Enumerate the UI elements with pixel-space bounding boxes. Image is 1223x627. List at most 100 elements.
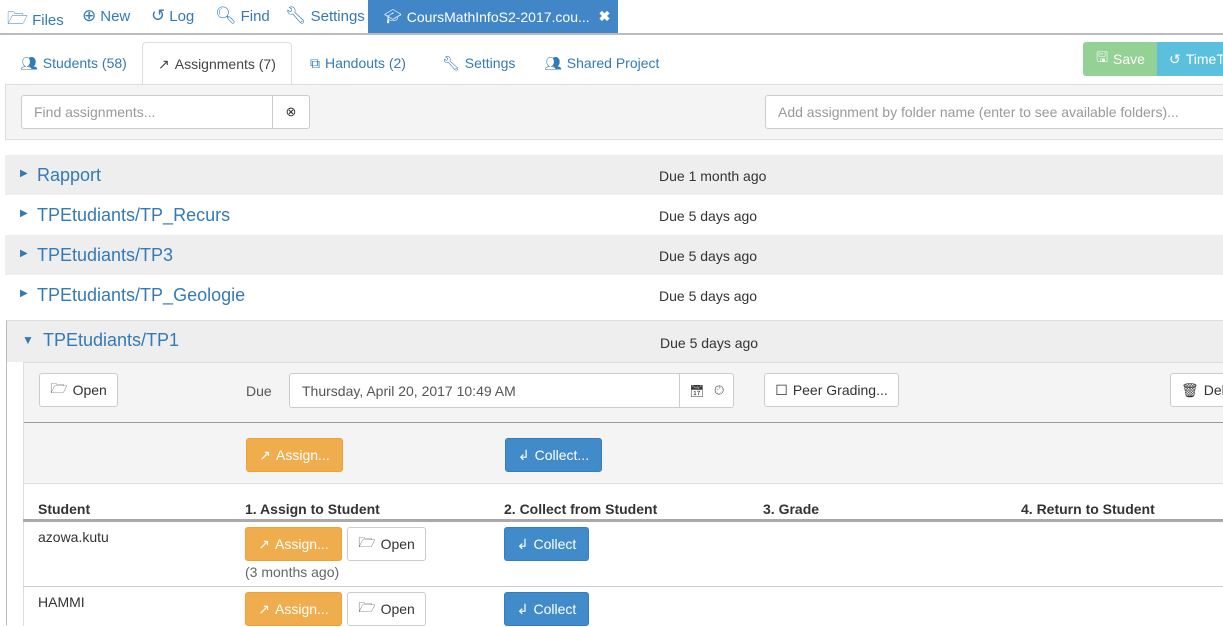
tab-students-label: Students (58) bbox=[42, 55, 127, 71]
settings-label: Settings bbox=[310, 7, 365, 25]
assignment-name[interactable]: Rapport bbox=[37, 165, 101, 186]
assign-label: Assign... bbox=[275, 601, 329, 617]
delete-button[interactable]: 🗑︎Dele bbox=[1170, 373, 1223, 407]
assignment-name[interactable]: TPEtudiants/TP1 bbox=[43, 330, 179, 351]
history-icon: ↺ bbox=[151, 6, 166, 25]
assignment-due: Due 5 days ago bbox=[659, 208, 758, 224]
open-button[interactable]: 🗁 Open bbox=[347, 527, 426, 561]
save-label: Save bbox=[1113, 51, 1145, 67]
search-icon: 🔍︎ bbox=[215, 6, 237, 25]
save-button[interactable]: 🖫 Save bbox=[1083, 42, 1158, 76]
collect-button[interactable]: ↲ Collect bbox=[504, 527, 589, 561]
new-link[interactable]: ⊕ New bbox=[82, 6, 130, 26]
close-icon[interactable]: ✖ bbox=[599, 8, 611, 25]
assign-all-button[interactable]: ↗ Assign... bbox=[246, 438, 343, 472]
share-icon: ↗ bbox=[258, 535, 271, 552]
assignment-name[interactable]: TPEtudiants/TP_Recurs bbox=[37, 205, 230, 226]
assign-label: Assign... bbox=[275, 536, 329, 552]
files-label: Files bbox=[32, 12, 64, 29]
clock-icon[interactable]: 🕘︎ bbox=[714, 383, 724, 398]
open-button[interactable]: 🗁 Open bbox=[347, 592, 426, 626]
add-placeholder: Add assignment by folder name (enter to … bbox=[778, 104, 1179, 120]
copy-icon: ⧉ bbox=[310, 54, 320, 71]
assignment-due: Due 5 days ago bbox=[660, 335, 759, 351]
column-header-student: Student bbox=[38, 501, 91, 517]
settings-link[interactable]: 🔧︎ Settings bbox=[285, 6, 365, 26]
calendar-icon[interactable]: 📅︎ bbox=[689, 384, 704, 398]
student-name: HAMMI bbox=[38, 594, 85, 610]
due-date-input[interactable]: Thursday, April 20, 2017 10:49 AM bbox=[289, 373, 680, 408]
tab-handouts[interactable]: ⧉ Handouts (2) bbox=[295, 42, 421, 84]
details-toolbar: 🗁 Open Due Thursday, April 20, 2017 10:49… bbox=[24, 362, 1223, 423]
peer-grading-label: Peer Grading... bbox=[792, 382, 888, 398]
due-label: Due bbox=[246, 383, 272, 399]
assign-button[interactable]: ↗ Assign... bbox=[245, 527, 342, 561]
column-header-return: 4. Return to Student bbox=[1021, 501, 1155, 517]
collect-icon: ↲ bbox=[517, 446, 530, 463]
open-label: Open bbox=[380, 536, 415, 552]
find-placeholder: Find assignments... bbox=[34, 104, 156, 120]
due-date-value: Thursday, April 20, 2017 10:49 AM bbox=[302, 382, 516, 399]
active-file-tab[interactable]: 🎓︎ CoursMathInfoS2-2017.cou... ✖ bbox=[368, 0, 618, 33]
expanded-header[interactable]: ▼ TPEtudiants/TP1 Due 5 days ago bbox=[7, 321, 1223, 362]
column-header-grade: 3. Grade bbox=[763, 501, 820, 517]
find-assignments-input[interactable]: Find assignments... bbox=[21, 95, 274, 129]
files-link[interactable]: 🗁 Files bbox=[7, 6, 64, 35]
share-icon: ↗ bbox=[158, 55, 170, 72]
assignment-due: Due 1 month ago bbox=[659, 168, 767, 184]
tab-assignments[interactable]: ↗ Assignments (7) bbox=[142, 42, 292, 85]
collect-label: Collect bbox=[533, 536, 577, 552]
tab-settings[interactable]: 🔧︎ Settings bbox=[427, 42, 530, 84]
collect-all-button[interactable]: ↲ Collect... bbox=[505, 438, 602, 472]
caret-right-icon[interactable]: ▶ bbox=[20, 208, 28, 219]
tab-students[interactable]: 👥︎ Students (58) bbox=[5, 42, 142, 84]
open-label: Open bbox=[380, 601, 415, 617]
share-icon: ↗ bbox=[259, 446, 272, 463]
assignment-name[interactable]: TPEtudiants/TP3 bbox=[37, 245, 173, 266]
plus-circle-icon: ⊕ bbox=[82, 6, 97, 25]
collect-button[interactable]: ↲ Collect bbox=[504, 592, 589, 626]
folder-open-icon: 🗁 bbox=[7, 9, 29, 28]
assign-button[interactable]: ↗ Assign... bbox=[245, 592, 342, 626]
caret-right-icon[interactable]: ▶ bbox=[20, 248, 28, 259]
find-link[interactable]: 🔍︎ Find bbox=[215, 6, 270, 26]
find-label: Find bbox=[240, 7, 270, 25]
log-link[interactable]: ↺ Log bbox=[151, 6, 194, 26]
add-assignment-input[interactable]: Add assignment by folder name (enter to … bbox=[765, 95, 1223, 129]
tab-shared-project[interactable]: 👥︎ Shared Project bbox=[529, 42, 674, 84]
caret-right-icon[interactable]: ▶ bbox=[20, 288, 28, 299]
save-icon: 🖫 bbox=[1096, 49, 1108, 65]
student-name: azowa.kutu bbox=[38, 529, 109, 545]
column-header-collect: 2. Collect from Student bbox=[504, 501, 658, 517]
trash-icon: 🗑︎ bbox=[1181, 381, 1199, 398]
date-picker-buttons[interactable]: 📅︎ 🕘︎ bbox=[679, 373, 734, 408]
history-icon: ↺ bbox=[1169, 50, 1181, 67]
assignment-row[interactable]: ▶ TPEtudiants/TP_Geologie Due 5 days ago bbox=[5, 275, 1223, 315]
collect-icon: ↲ bbox=[516, 600, 529, 617]
users-icon: 👥︎ bbox=[20, 54, 38, 71]
times-circle-icon: ⊗ bbox=[285, 104, 297, 119]
open-label: Open bbox=[72, 382, 107, 398]
timetravel-button[interactable]: ↺ TimeT bbox=[1157, 42, 1223, 76]
new-label: New bbox=[100, 7, 131, 25]
assignment-row[interactable]: ▶ TPEtudiants/TP_Recurs Due 5 days ago bbox=[5, 195, 1223, 235]
assignment-row[interactable]: ▶ TPEtudiants/TP3 Due 5 days ago bbox=[5, 235, 1223, 275]
log-label: Log bbox=[169, 7, 195, 25]
collect-icon: ↲ bbox=[516, 535, 529, 552]
wrench-icon: 🔧︎ bbox=[442, 54, 460, 71]
assignment-row[interactable]: ▶ Rapport Due 1 month ago bbox=[5, 155, 1223, 195]
caret-right-icon[interactable]: ▶ bbox=[20, 168, 28, 179]
student-row: HAMMI ↗ Assign... 🗁 Open ↲ Collect bbox=[23, 587, 1223, 627]
clear-search-button[interactable]: ⊗ bbox=[272, 95, 310, 129]
assign-all-label: Assign... bbox=[276, 447, 330, 463]
assignment-due: Due 5 days ago bbox=[659, 288, 758, 304]
open-button[interactable]: 🗁 Open bbox=[39, 373, 118, 407]
collect-all-label: Collect... bbox=[534, 447, 590, 463]
peer-grading-button[interactable]: ☐ Peer Grading... bbox=[764, 373, 899, 407]
graduation-cap-icon: 🎓︎ bbox=[384, 8, 402, 24]
assignment-name[interactable]: TPEtudiants/TP_Geologie bbox=[37, 285, 245, 306]
tab-settings-label: Settings bbox=[464, 55, 516, 71]
caret-down-icon[interactable]: ▼ bbox=[22, 333, 34, 347]
delete-label: Dele bbox=[1203, 382, 1223, 398]
student-row: azowa.kutu ↗ Assign... 🗁 Open (3 months ag… bbox=[23, 522, 1223, 587]
